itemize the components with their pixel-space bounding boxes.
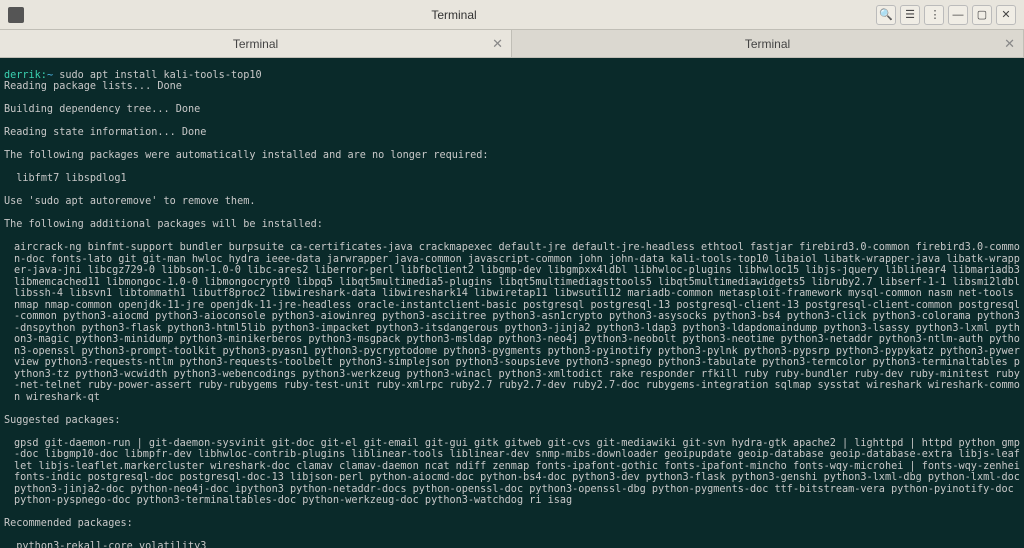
suggested-packages: gpsd git-daemon-run | git-daemon-sysvini… (4, 438, 1020, 507)
tab-close-icon[interactable]: ✕ (492, 36, 503, 52)
output-line: The following packages were automaticall… (4, 150, 1020, 162)
more-button[interactable]: ⋮ (924, 5, 944, 25)
output-line: Recommended packages: (4, 518, 1020, 530)
output-line: Suggested packages: (4, 415, 1020, 427)
tab-label: Terminal (233, 37, 278, 51)
prompt-path: ~ (47, 70, 53, 81)
package-list: aircrack-ng binfmt-support bundler burps… (4, 242, 1020, 403)
more-icon: ⋮ (930, 8, 939, 21)
window-titlebar: Terminal 🔍 ☰ ⋮ — ▢ ✕ (0, 0, 1024, 30)
output-line: Reading package lists... Done (4, 81, 1020, 93)
minimize-button[interactable]: — (948, 5, 968, 25)
tab-terminal-2[interactable]: Terminal ✕ (512, 30, 1024, 57)
maximize-icon: ▢ (977, 8, 987, 21)
maximize-button[interactable]: ▢ (972, 5, 992, 25)
close-window-button[interactable]: ✕ (996, 5, 1016, 25)
tab-terminal-1[interactable]: Terminal ✕ (0, 30, 512, 57)
close-icon: ✕ (1001, 8, 1010, 21)
command-text: sudo apt install kali-tools-top10 (59, 70, 261, 81)
terminal-output[interactable]: derrik:~ sudo apt install kali-tools-top… (0, 58, 1024, 548)
menu-button[interactable]: ☰ (900, 5, 920, 25)
window-title: Terminal (32, 8, 876, 22)
search-icon: 🔍 (879, 8, 893, 21)
menu-icon: ☰ (905, 8, 915, 21)
app-icon (8, 7, 24, 23)
recommended-packages: python3-rekall-core volatility3 (4, 541, 1020, 548)
tab-bar: Terminal ✕ Terminal ✕ (0, 30, 1024, 58)
output-line: The following additional packages will b… (4, 219, 1020, 231)
search-button[interactable]: 🔍 (876, 5, 896, 25)
minimize-icon: — (953, 9, 964, 21)
tab-close-icon[interactable]: ✕ (1004, 36, 1015, 52)
output-line: Reading state information... Done (4, 127, 1020, 139)
output-line: libfmt7 libspdlog1 (4, 173, 1020, 185)
tab-label: Terminal (745, 37, 790, 51)
prompt-user: derrik: (4, 70, 47, 81)
output-line: Use 'sudo apt autoremove' to remove them… (4, 196, 1020, 208)
output-line: Building dependency tree... Done (4, 104, 1020, 116)
